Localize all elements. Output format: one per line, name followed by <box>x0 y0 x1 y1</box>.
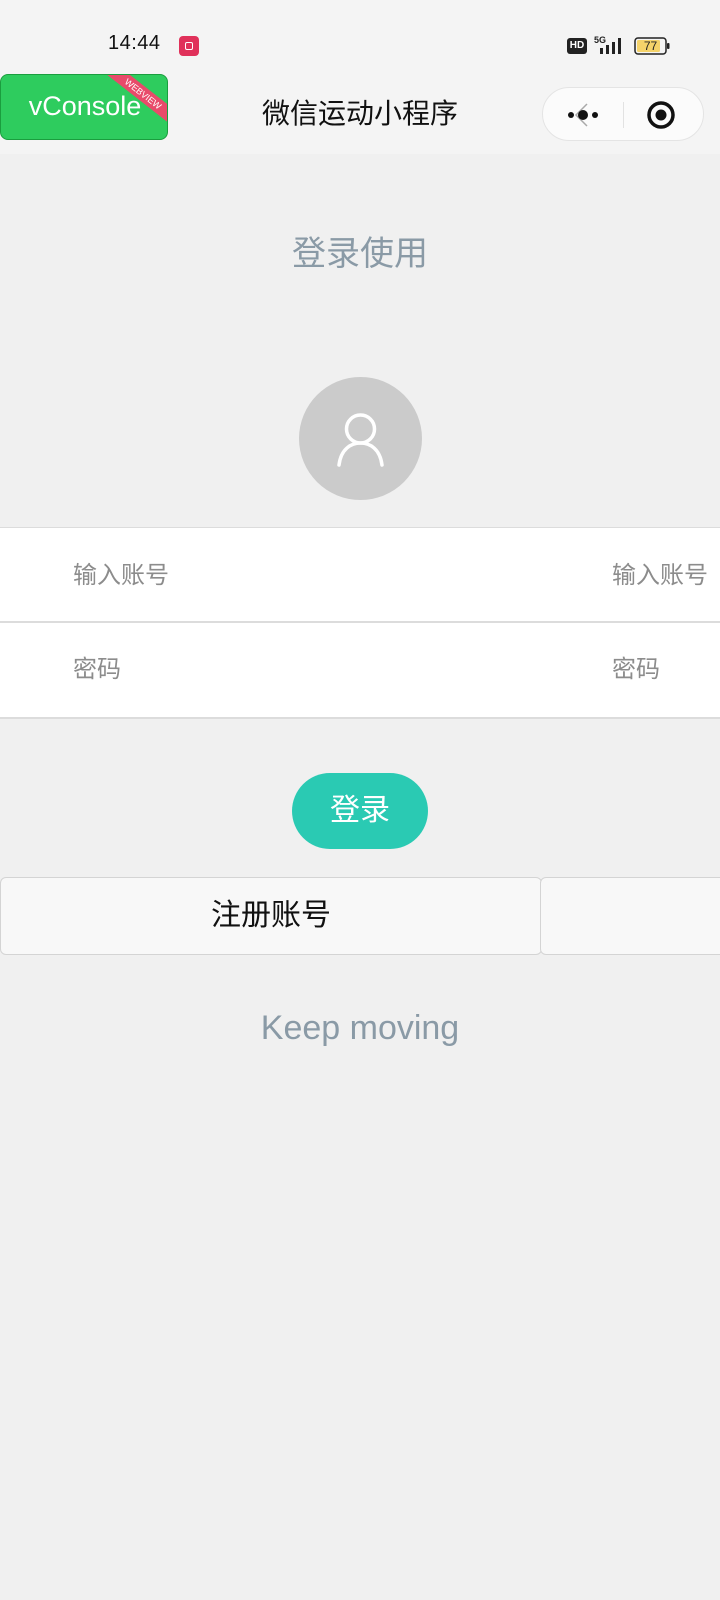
target-circle-icon[interactable] <box>641 98 681 132</box>
miniprogram-capsule <box>542 87 704 141</box>
section-heading: 登录使用 <box>292 234 428 274</box>
screen-record-icon <box>179 36 199 56</box>
password-row: 密码 <box>0 622 720 716</box>
register-button-overflow[interactable] <box>540 877 720 955</box>
battery-icon: 77 <box>634 37 670 55</box>
register-button[interactable]: 注册账号 <box>0 877 542 955</box>
password-side-label: 密码 <box>612 655 660 683</box>
login-form: 输入账号 密码 <box>0 527 720 719</box>
account-row: 输入账号 <box>0 528 720 623</box>
status-bar: 14:44 HD 5G 77 <box>0 0 720 80</box>
login-button[interactable]: 登录 <box>292 773 428 849</box>
user-icon <box>337 413 384 467</box>
battery-level: 77 <box>643 39 658 53</box>
status-time: 14:44 <box>108 32 161 54</box>
signal-icon: 5G <box>592 34 628 56</box>
hd-icon: HD <box>567 38 587 54</box>
avatar[interactable] <box>299 377 422 500</box>
tagline: Keep moving <box>260 1009 460 1047</box>
more-dots-icon[interactable] <box>563 98 603 132</box>
password-input[interactable] <box>73 649 513 689</box>
account-side-label: 输入账号 <box>612 561 708 589</box>
account-input[interactable] <box>73 555 513 595</box>
capsule-divider <box>623 102 624 128</box>
vconsole-button[interactable]: vConsole WEBVIEW <box>0 74 168 140</box>
network-type-label: 5G <box>594 35 606 45</box>
